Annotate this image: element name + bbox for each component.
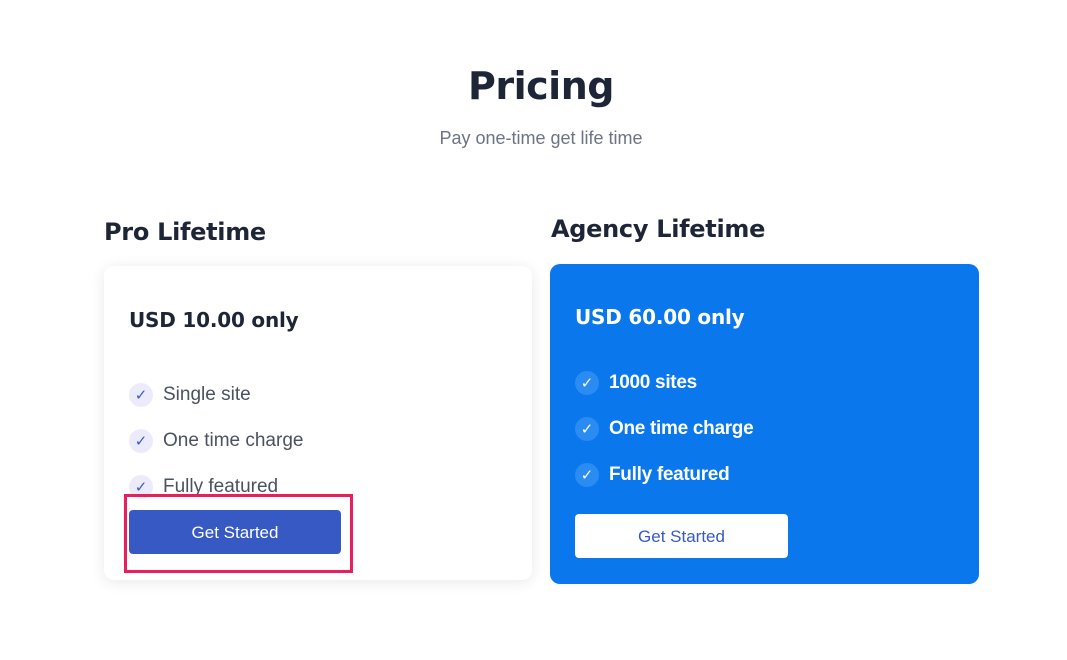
plan-price: USD 10.00 only: [129, 308, 299, 332]
highlight-box: [124, 494, 353, 573]
check-icon: ✓: [129, 429, 153, 453]
feature-label: Fully featured: [609, 464, 730, 485]
feature-item: ✓ 1000 sites: [575, 360, 753, 406]
plan-name-agency: Agency Lifetime: [551, 215, 766, 243]
page-title: Pricing: [468, 64, 614, 108]
plan-name-pro: Pro Lifetime: [104, 218, 266, 246]
check-icon: ✓: [575, 417, 599, 441]
feature-label: 1000 sites: [609, 372, 697, 393]
check-icon: ✓: [575, 371, 599, 395]
feature-list: ✓ 1000 sites ✓ One time charge ✓ Fully f…: [575, 360, 754, 498]
get-started-button-agency[interactable]: Get Started: [575, 514, 788, 558]
check-icon: ✓: [129, 383, 153, 407]
check-icon: ✓: [575, 463, 599, 487]
pricing-card-agency: USD 60.00 only ✓ 1000 sites ✓ One time c…: [550, 264, 979, 584]
feature-item: ✓ One time charge: [575, 406, 754, 452]
feature-item: ✓ Fully featured: [575, 452, 753, 498]
feature-label: Single site: [163, 384, 251, 405]
feature-item: ✓ Single site: [129, 372, 303, 418]
feature-list: ✓ Single site ✓ One time charge ✓ Fully …: [129, 372, 303, 510]
feature-label: One time charge: [163, 430, 304, 451]
page-subtitle: Pay one-time get life time: [439, 128, 643, 148]
feature-label: One time charge: [609, 418, 754, 439]
plan-price: USD 60.00 only: [575, 305, 745, 329]
feature-item: ✓ One time charge: [129, 418, 303, 464]
